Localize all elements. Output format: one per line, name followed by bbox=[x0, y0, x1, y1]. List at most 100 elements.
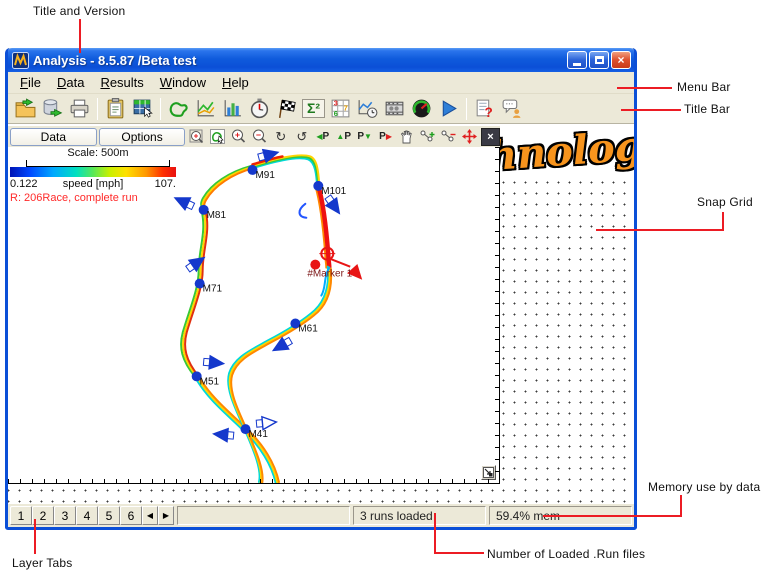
status-bar: 123456 ◀ ▶ 3 runs loaded 59.4% mem bbox=[8, 503, 634, 527]
zoom-in-icon bbox=[230, 128, 247, 145]
svg-text:M71: M71 bbox=[203, 284, 223, 295]
bar-chart-icon bbox=[221, 97, 244, 120]
minimize-button[interactable] bbox=[567, 51, 587, 69]
add-point-button[interactable] bbox=[418, 128, 437, 146]
menu-item-results[interactable]: Results bbox=[92, 73, 151, 92]
results-table-button[interactable] bbox=[129, 95, 156, 122]
svg-text:M61: M61 bbox=[298, 323, 318, 334]
database-icon bbox=[41, 97, 64, 120]
zoom-in-button[interactable] bbox=[229, 128, 248, 146]
support-chat-button[interactable] bbox=[498, 95, 525, 122]
move-marker-button[interactable] bbox=[460, 128, 479, 146]
map-marker-m81[interactable]: M81 bbox=[172, 192, 226, 221]
select-track-icon bbox=[209, 128, 226, 145]
status-empty-panel bbox=[177, 506, 350, 525]
run-replay-button[interactable] bbox=[435, 95, 462, 122]
svg-text:?: ? bbox=[485, 105, 493, 120]
tab-scroll-right-button[interactable]: ▶ bbox=[158, 506, 174, 525]
menu-item-window[interactable]: Window bbox=[152, 73, 214, 92]
menu-item-file[interactable]: File bbox=[12, 73, 49, 92]
track-map-button[interactable] bbox=[165, 95, 192, 122]
map-corner-resize-button[interactable] bbox=[481, 465, 496, 480]
map-marker-m71[interactable]: M71 bbox=[186, 252, 223, 294]
layer-tab-5[interactable]: 5 bbox=[98, 506, 120, 525]
annotation-snap-grid: Snap Grid bbox=[697, 195, 753, 209]
time-graph-button[interactable] bbox=[354, 95, 381, 122]
annotation-title-bar: Title Bar bbox=[684, 102, 730, 116]
rotate-ccw-button[interactable]: ↺ bbox=[292, 128, 311, 146]
rotate-cw-button[interactable]: ↻ bbox=[271, 128, 290, 146]
menu-item-help[interactable]: Help bbox=[214, 73, 257, 92]
maximize-button[interactable] bbox=[589, 51, 609, 69]
load-data-button[interactable] bbox=[39, 95, 66, 122]
lap-times-grid-icon: 3 6 7 bbox=[329, 97, 352, 120]
minimize-icon bbox=[573, 63, 581, 66]
menu-bar: FileDataResultsWindowHelp bbox=[8, 72, 634, 94]
marker-next-button[interactable]: P▶ bbox=[376, 128, 395, 146]
layer-tab-strip: 123456 bbox=[10, 506, 142, 525]
tab-options[interactable]: Options bbox=[99, 128, 186, 146]
annotation-memory-use: Memory use by data bbox=[648, 480, 760, 494]
special-marker[interactable]: #Marker 1 bbox=[307, 246, 367, 285]
race-technology-logo: hnology bbox=[488, 124, 634, 181]
tab-scroll-left-button[interactable]: ◀ bbox=[142, 506, 158, 525]
marker-down-button[interactable]: P▼ bbox=[355, 128, 374, 146]
zoom-out-button[interactable] bbox=[250, 128, 269, 146]
memory-panel: 59.4% mem bbox=[489, 506, 632, 525]
marker-up-button[interactable]: ▲P bbox=[334, 128, 353, 146]
histogram-button[interactable] bbox=[219, 95, 246, 122]
map-view[interactable]: M91M101M81M71M61M51M41#Marker 1 Scale: 5… bbox=[8, 147, 500, 484]
close-button[interactable]: × bbox=[611, 51, 631, 69]
zoom-region-button[interactable] bbox=[187, 128, 206, 146]
map-toolbar: Data Options bbox=[8, 126, 500, 147]
layer-tab-1[interactable]: 1 bbox=[10, 506, 32, 525]
video-button[interactable] bbox=[381, 95, 408, 122]
statistics-button[interactable]: Σ² bbox=[300, 95, 327, 122]
zoom-out-icon bbox=[251, 128, 268, 145]
remove-node-icon bbox=[440, 128, 457, 145]
map-marker-m51[interactable]: M51 bbox=[192, 356, 224, 387]
toolbar-separator bbox=[97, 98, 98, 120]
close-map-icon: × bbox=[487, 131, 493, 143]
help-doc-button[interactable]: ? bbox=[471, 95, 498, 122]
graph-clock-icon bbox=[356, 97, 379, 120]
remove-point-button[interactable] bbox=[439, 128, 458, 146]
gauge-button[interactable] bbox=[408, 95, 435, 122]
print-button[interactable] bbox=[66, 95, 93, 122]
title-bar[interactable]: Analysis - 8.5.87 /Beta test × bbox=[8, 48, 634, 72]
xy-graph-button[interactable] bbox=[192, 95, 219, 122]
close-map-button[interactable]: × bbox=[481, 128, 500, 146]
open-folder-icon bbox=[14, 97, 37, 120]
layer-tab-3[interactable]: 3 bbox=[54, 506, 76, 525]
finish-flag-button[interactable] bbox=[273, 95, 300, 122]
sigma-squared-icon: Σ² bbox=[302, 99, 325, 118]
rotate-cw-icon: ↻ bbox=[275, 130, 286, 143]
speedometer-icon bbox=[410, 97, 433, 120]
svg-text:M101: M101 bbox=[321, 186, 346, 197]
checkered-flag-icon bbox=[275, 97, 298, 120]
rotate-ccw-icon: ↺ bbox=[296, 130, 307, 143]
speed-legend-gradient bbox=[10, 167, 176, 177]
pan-button[interactable] bbox=[397, 128, 416, 146]
open-run-file-button[interactable] bbox=[12, 95, 39, 122]
run-label: R: 206Race, complete run bbox=[10, 192, 138, 204]
line-graph-icon bbox=[194, 97, 217, 120]
move-cross-icon bbox=[461, 128, 478, 145]
marker-first-button[interactable]: ◀P bbox=[313, 128, 332, 146]
tab-data[interactable]: Data bbox=[10, 128, 97, 146]
layer-tab-2[interactable]: 2 bbox=[32, 506, 54, 525]
markers-layer: M91M101M81M71M61M51M41#Marker 1 bbox=[172, 147, 367, 442]
svg-text:M51: M51 bbox=[200, 376, 220, 387]
select-track-button[interactable] bbox=[208, 128, 227, 146]
scroll-left-icon: ◀ bbox=[147, 511, 153, 520]
lap-timer-button[interactable] bbox=[246, 95, 273, 122]
map-marker-m41[interactable]: M41 bbox=[213, 416, 277, 442]
scale-label: Scale: 500m bbox=[67, 147, 128, 159]
close-icon: × bbox=[617, 53, 624, 67]
lap-grid-button[interactable]: 3 6 7 bbox=[327, 95, 354, 122]
menu-item-data[interactable]: Data bbox=[49, 73, 92, 92]
layer-tab-6[interactable]: 6 bbox=[120, 506, 142, 525]
xy-table-icon bbox=[131, 97, 154, 120]
layer-tab-4[interactable]: 4 bbox=[76, 506, 98, 525]
copy-clipboard-button[interactable] bbox=[102, 95, 129, 122]
